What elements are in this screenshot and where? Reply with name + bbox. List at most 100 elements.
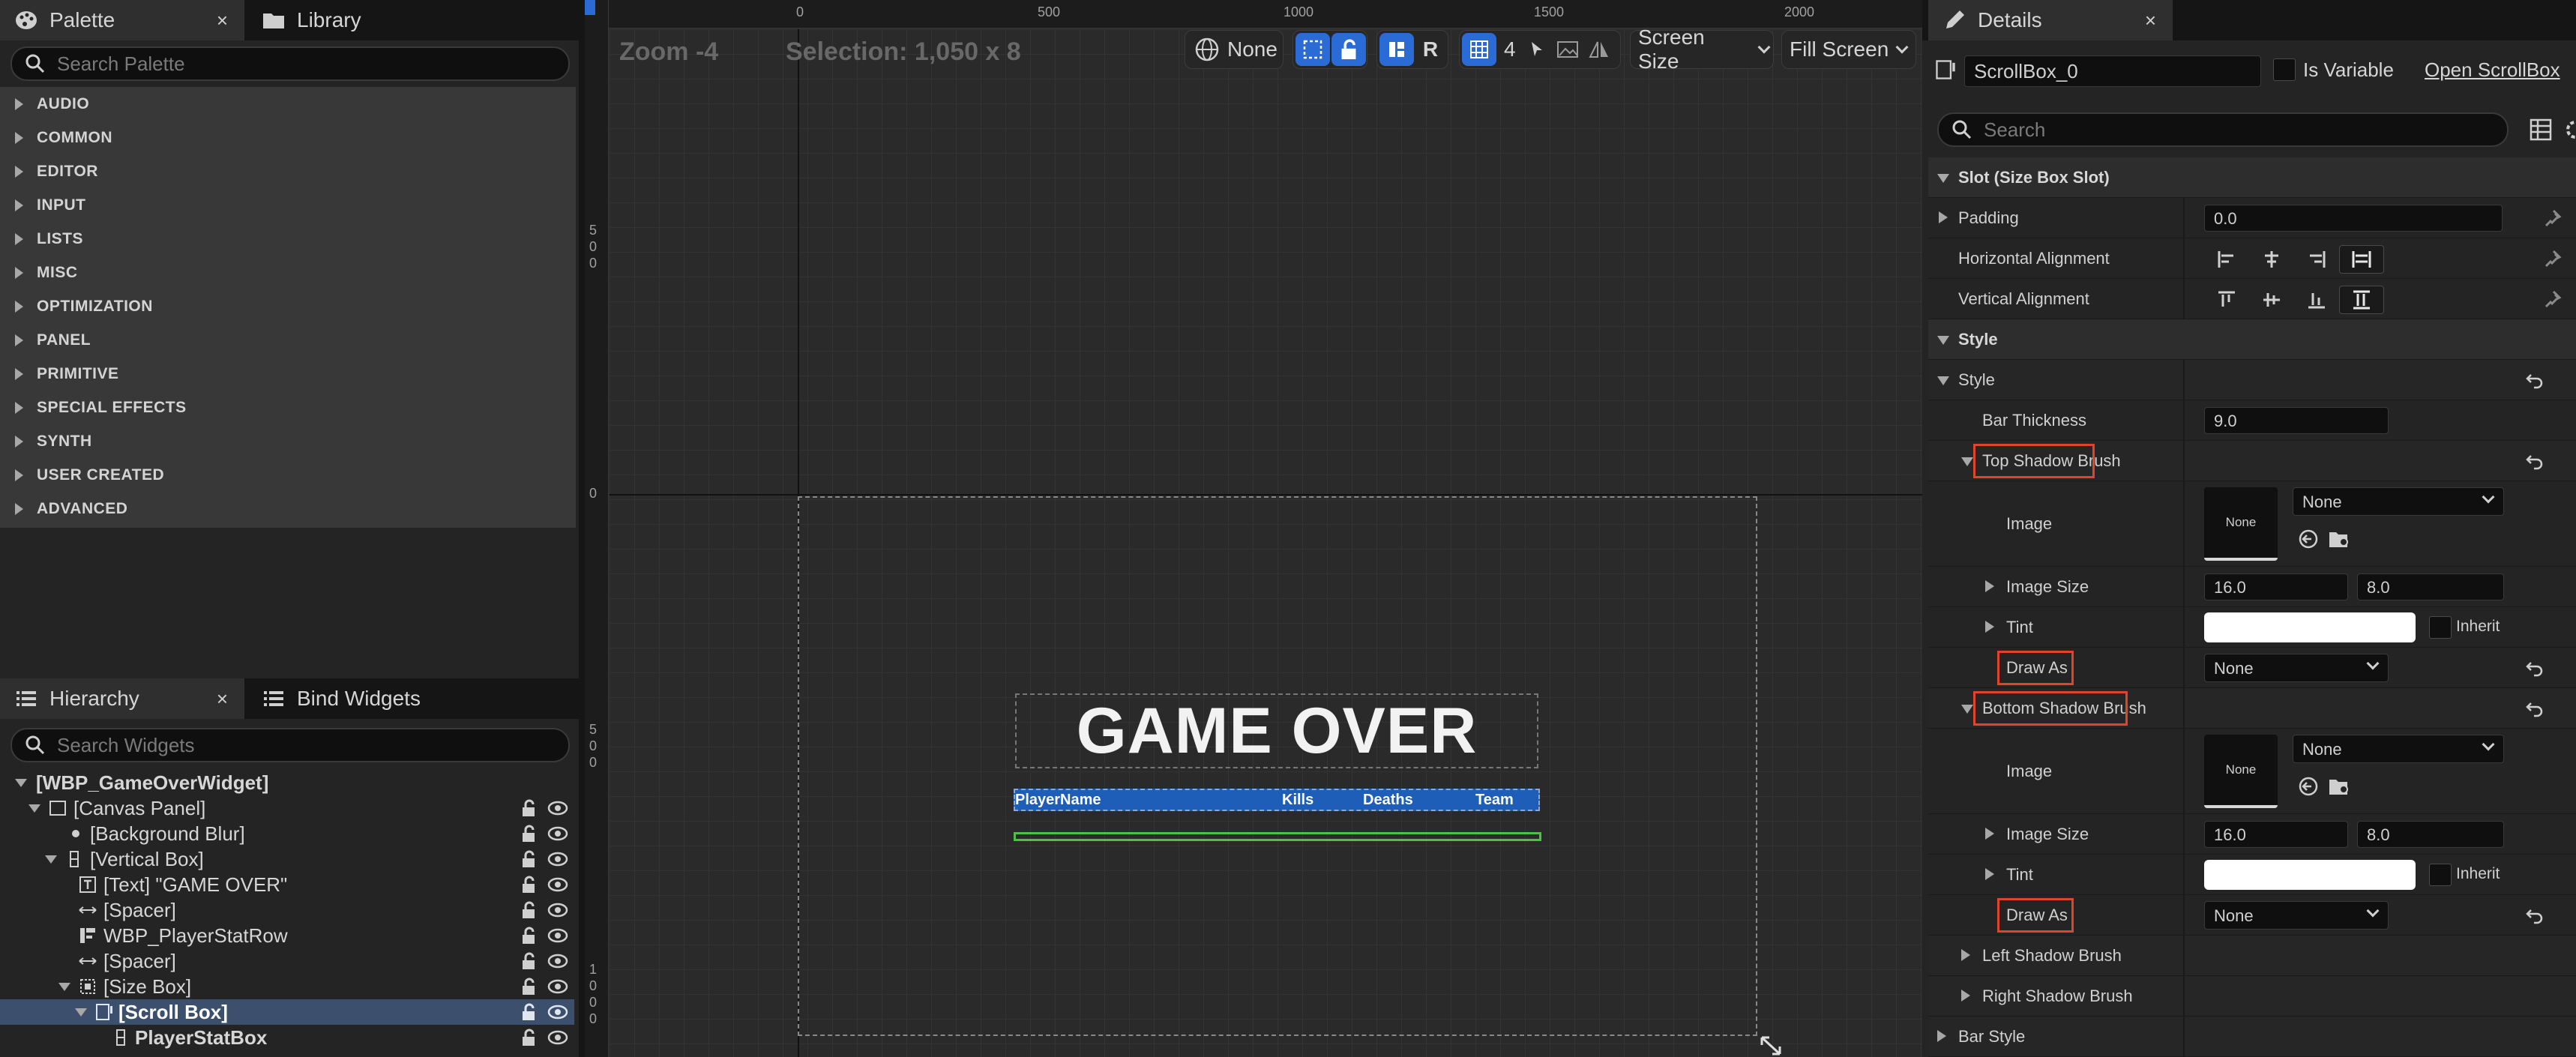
tab-palette[interactable]: Palette × bbox=[0, 0, 244, 40]
pin-icon[interactable] bbox=[2543, 289, 2564, 310]
eye-icon[interactable] bbox=[547, 954, 568, 969]
palette-category[interactable]: SYNTH bbox=[0, 424, 576, 458]
palette-category[interactable]: AUDIO bbox=[0, 87, 576, 121]
lock-icon[interactable] bbox=[520, 850, 537, 868]
ruler-left[interactable]: 500 0 500 1000 bbox=[585, 0, 609, 1057]
widget-name-field[interactable]: ScrollBox_0 bbox=[1964, 55, 2261, 87]
eye-icon[interactable] bbox=[547, 903, 568, 918]
tab-details[interactable]: Details × bbox=[1928, 0, 2173, 40]
reset-icon[interactable] bbox=[2525, 658, 2545, 678]
close-icon[interactable]: × bbox=[2145, 9, 2156, 32]
image-icon[interactable] bbox=[1556, 39, 1579, 60]
inherit-checkbox[interactable] bbox=[2429, 616, 2452, 639]
align-top-button[interactable] bbox=[2204, 286, 2249, 314]
lock-icon[interactable] bbox=[520, 876, 537, 894]
close-icon[interactable]: × bbox=[217, 687, 228, 711]
respect-locks-button[interactable] bbox=[1331, 33, 1366, 66]
screen-size-dropdown[interactable]: Screen Size bbox=[1630, 25, 1774, 73]
style-category-header[interactable]: Style bbox=[1928, 319, 2576, 360]
image-asset-combo[interactable]: None bbox=[2293, 487, 2504, 516]
cursor-icon[interactable] bbox=[1526, 39, 1547, 60]
right-shadow-brush-row[interactable]: Right Shadow Brush bbox=[1928, 976, 2576, 1017]
lock-icon[interactable] bbox=[520, 799, 537, 817]
align-vfill-button[interactable] bbox=[2339, 286, 2384, 314]
draw-as-combo[interactable]: None bbox=[2204, 901, 2389, 930]
pin-icon[interactable] bbox=[2543, 208, 2564, 229]
lock-icon[interactable] bbox=[520, 901, 537, 919]
flip-icon[interactable] bbox=[1588, 39, 1610, 60]
image-asset-combo[interactable]: None bbox=[2293, 735, 2504, 763]
eye-icon[interactable] bbox=[547, 877, 568, 892]
image-size-y-field[interactable]: 8.0 bbox=[2357, 821, 2504, 848]
slot-category-header[interactable]: Slot (Size Box Slot) bbox=[1928, 157, 2576, 198]
tree-item-spacer[interactable]: [Spacer] bbox=[0, 948, 574, 974]
lock-icon[interactable] bbox=[520, 1029, 537, 1047]
align-fill-button[interactable] bbox=[2339, 245, 2384, 274]
image-thumbnail[interactable]: None bbox=[2204, 735, 2278, 808]
palette-category[interactable]: COMMON bbox=[0, 121, 576, 154]
fill-screen-dropdown[interactable]: Fill Screen bbox=[1781, 30, 1916, 69]
palette-category[interactable]: SPECIAL EFFECTS bbox=[0, 391, 576, 424]
tab-bind-widgets[interactable]: Bind Widgets bbox=[247, 678, 472, 719]
render-transform-button[interactable]: R bbox=[1414, 33, 1447, 66]
ruler-top[interactable]: 0 500 1000 1500 2000 bbox=[585, 0, 1922, 28]
palette-category[interactable]: ADVANCED bbox=[0, 492, 576, 526]
palette-category[interactable]: EDITOR bbox=[0, 154, 576, 188]
details-search-input[interactable] bbox=[1984, 118, 2507, 142]
grid-snap-button[interactable] bbox=[1462, 33, 1496, 66]
bottom-shadow-brush-row[interactable]: Bottom Shadow Brush bbox=[1928, 688, 2576, 729]
align-left-button[interactable] bbox=[2204, 245, 2249, 274]
bar-style-row[interactable]: Bar Style bbox=[1928, 1017, 2576, 1057]
is-variable-checkbox[interactable] bbox=[2273, 58, 2296, 81]
eye-icon[interactable] bbox=[547, 852, 568, 867]
bar-thickness-field[interactable]: 9.0 bbox=[2204, 407, 2389, 434]
image-size-y-field[interactable]: 8.0 bbox=[2357, 573, 2504, 600]
marquee-select-button[interactable] bbox=[1295, 33, 1330, 66]
use-selected-icon[interactable] bbox=[2297, 775, 2320, 798]
browse-icon[interactable] bbox=[2327, 528, 2351, 550]
tree-item-background-blur[interactable]: [Background Blur] bbox=[0, 821, 574, 846]
image-thumbnail[interactable]: None bbox=[2204, 487, 2278, 561]
palette-category[interactable]: PANEL bbox=[0, 323, 576, 357]
tree-item-canvas-panel[interactable]: [Canvas Panel] bbox=[0, 795, 574, 821]
layout-transform-button[interactable] bbox=[1379, 33, 1414, 66]
left-shadow-brush-row[interactable]: Left Shadow Brush bbox=[1928, 936, 2576, 976]
grid-snap-value[interactable]: 4 bbox=[1504, 37, 1516, 61]
palette-search[interactable] bbox=[10, 46, 570, 81]
eye-icon[interactable] bbox=[547, 1030, 568, 1045]
eye-icon[interactable] bbox=[547, 801, 568, 816]
tree-item-spacer[interactable]: [Spacer] bbox=[0, 897, 574, 923]
pin-icon[interactable] bbox=[2543, 248, 2564, 269]
draw-as-combo[interactable]: None bbox=[2204, 654, 2389, 682]
hierarchy-search-input[interactable] bbox=[57, 733, 568, 757]
player-stat-row-header[interactable]: PlayerName Kills Deaths Team bbox=[1014, 789, 1540, 811]
tree-item-size-box[interactable]: [Size Box] bbox=[0, 974, 574, 999]
scroll-box-selection[interactable] bbox=[1014, 832, 1541, 841]
align-right-button[interactable] bbox=[2294, 245, 2339, 274]
palette-category[interactable]: PRIMITIVE bbox=[0, 357, 576, 391]
hierarchy-search[interactable] bbox=[10, 728, 570, 762]
tree-item-vertical-box[interactable]: [Vertical Box] bbox=[0, 846, 574, 872]
align-center-button[interactable] bbox=[2249, 245, 2294, 274]
eye-icon[interactable] bbox=[547, 979, 568, 994]
palette-category[interactable]: INPUT bbox=[0, 188, 576, 222]
image-size-x-field[interactable]: 16.0 bbox=[2204, 573, 2348, 600]
tab-hierarchy[interactable]: Hierarchy × bbox=[0, 678, 244, 719]
padding-field[interactable]: 0.0 bbox=[2204, 205, 2503, 232]
align-middle-button[interactable] bbox=[2249, 286, 2294, 314]
use-selected-icon[interactable] bbox=[2297, 528, 2320, 550]
tree-item-text-game-over[interactable]: [Text] "GAME OVER" bbox=[0, 872, 574, 897]
palette-category[interactable]: USER CREATED bbox=[0, 458, 576, 492]
inherit-checkbox[interactable] bbox=[2429, 864, 2452, 886]
lock-icon[interactable] bbox=[520, 978, 537, 996]
palette-category[interactable]: OPTIMIZATION bbox=[0, 289, 576, 323]
game-over-text[interactable]: GAME OVER bbox=[1015, 693, 1538, 768]
open-scrollbox-link[interactable]: Open ScrollBox bbox=[2425, 58, 2560, 82]
lock-icon[interactable] bbox=[520, 927, 537, 945]
eye-icon[interactable] bbox=[547, 826, 568, 841]
table-view-icon[interactable] bbox=[2528, 117, 2554, 142]
close-icon[interactable]: × bbox=[217, 9, 228, 32]
resize-handle-icon[interactable] bbox=[1759, 1035, 1786, 1057]
tint-color-swatch[interactable] bbox=[2204, 860, 2416, 890]
reset-icon[interactable] bbox=[2525, 451, 2545, 471]
